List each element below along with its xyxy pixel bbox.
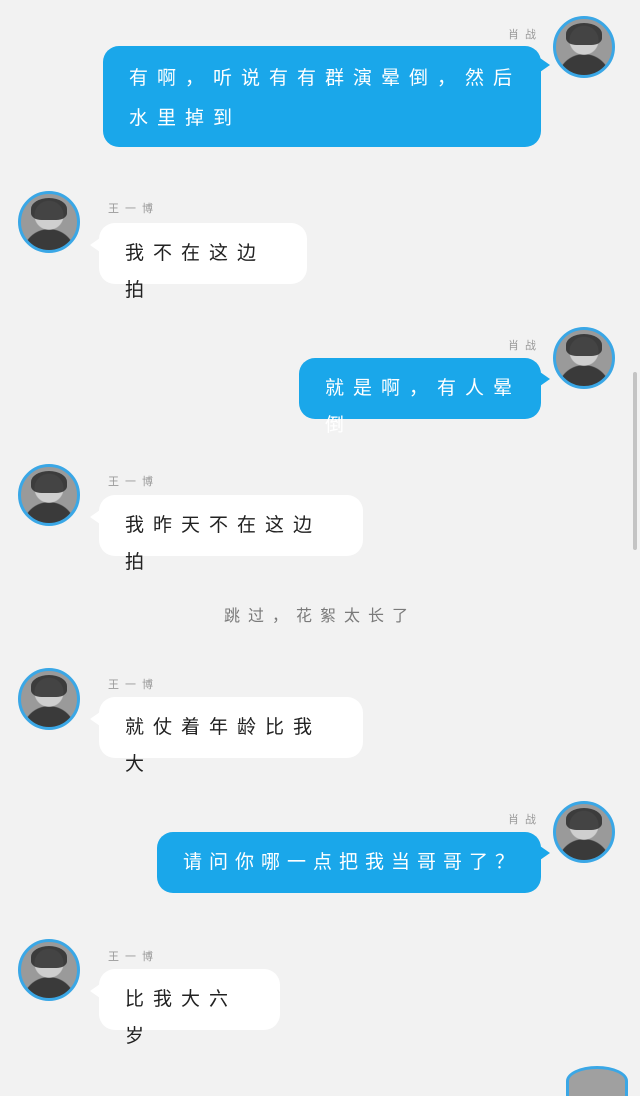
message-bubble[interactable]: 比我大六岁 [99,969,280,1047]
message-bubble[interactable]: 有啊，听说有有群演晕倒，然后水里掉到 [103,46,541,147]
message-bubble[interactable]: 就是啊，有人晕倒 [299,358,541,436]
sender-name: 王一博 [108,475,159,488]
system-notice: 跳过，花絮太长了 [223,606,416,625]
sender-name: 王一博 [108,950,159,963]
sender-avatar[interactable] [18,939,80,1001]
message-bubble[interactable]: 请问你哪一点把我当哥哥了？ [157,832,541,893]
sender-avatar[interactable] [18,668,80,730]
bubble-tail [540,372,550,386]
sender-avatar[interactable] [18,191,80,253]
message-bubble[interactable]: 我不在这边拍 [99,223,307,301]
sender-avatar[interactable] [553,801,615,863]
sender-avatar[interactable] [553,327,615,389]
bubble-tail [540,58,550,72]
chat-window[interactable]: 肖战 有啊，听说有有群演晕倒，然后水里掉到 王一博 我不在这边拍 肖战 就是啊，… [0,0,640,1096]
sender-name: 王一博 [108,202,159,215]
message-bubble[interactable]: 就仗着年龄比我大 [99,697,363,775]
sender-avatar[interactable] [553,16,615,78]
sender-avatar[interactable] [18,464,80,526]
sender-name: 肖战 [508,813,542,826]
sender-name: 肖战 [508,339,542,352]
sender-name: 王一博 [108,678,159,691]
scrollbar[interactable] [633,372,637,550]
message-bubble[interactable]: 我昨天不在这边拍 [99,495,363,573]
bubble-tail [540,846,550,860]
sender-name: 肖战 [508,28,542,41]
sender-avatar-partial [566,1066,628,1096]
